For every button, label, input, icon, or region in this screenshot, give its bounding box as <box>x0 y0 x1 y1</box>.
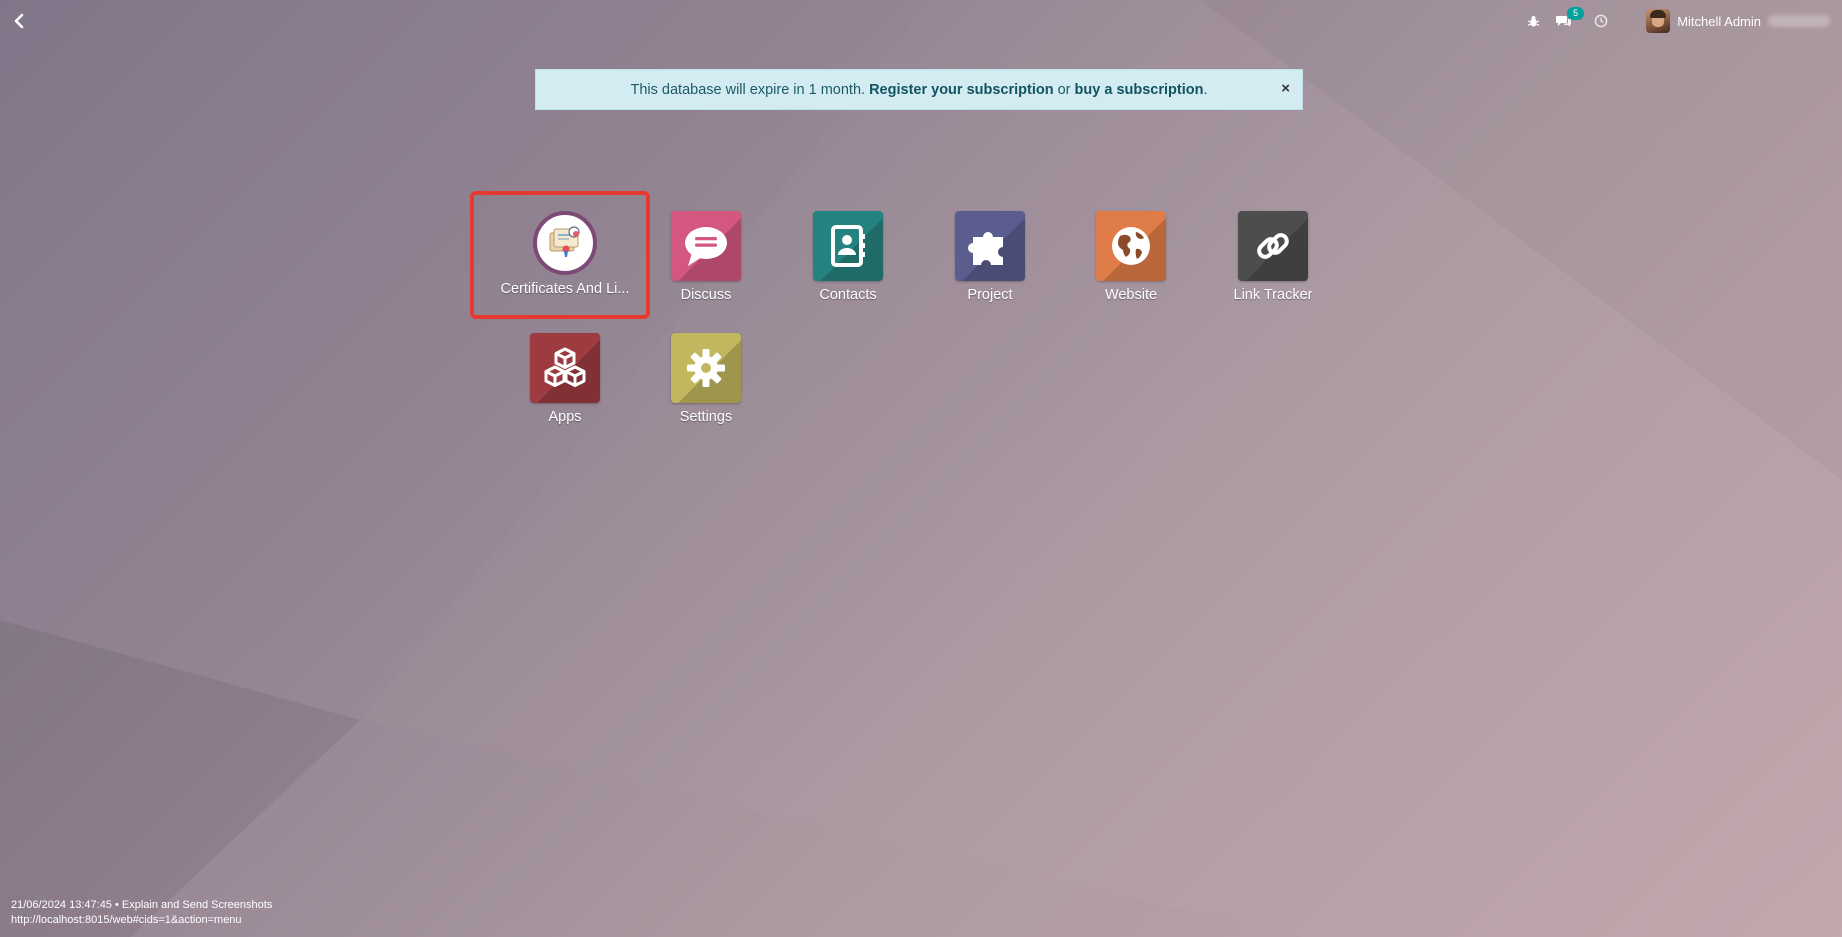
app-website[interactable]: Website <box>1060 211 1202 321</box>
app-tile-discuss <box>671 211 741 281</box>
app-tile-project <box>955 211 1025 281</box>
app-certificates[interactable]: Certificates And Li... <box>494 211 636 321</box>
clock-icon <box>1594 14 1608 28</box>
app-label: Apps <box>548 409 582 425</box>
avatar <box>1646 9 1671 33</box>
certificate-icon <box>549 226 580 257</box>
cubes-icon <box>544 347 586 387</box>
speech-bubble-icon <box>685 227 727 266</box>
puzzle-icon <box>968 232 1003 265</box>
gear-icon <box>687 349 725 387</box>
background-facets <box>0 0 1842 937</box>
app-contacts[interactable]: Contacts <box>777 211 919 321</box>
user-menu[interactable]: Mitchell Admin <box>1646 9 1830 33</box>
globe-icon <box>1112 227 1150 265</box>
app-label: Certificates And Li... <box>500 281 630 297</box>
app-label: Link Tracker <box>1233 287 1313 303</box>
top-bar: 5 Mitchell Admin <box>0 0 1842 42</box>
screenshot-footer: 21/06/2024 13:47:45 • Explain and Send S… <box>11 898 272 928</box>
footer-timestamp: 21/06/2024 13:47:45 • Explain and Send S… <box>11 899 273 911</box>
register-subscription-link[interactable]: Register your subscription <box>869 82 1054 98</box>
activity-menu[interactable] <box>1594 14 1608 28</box>
expiration-alert: This database will expire in 1 month. Re… <box>535 69 1303 110</box>
app-discuss[interactable]: Discuss <box>635 211 777 321</box>
messages-count-badge: 5 <box>1567 7 1585 20</box>
bug-icon <box>1527 15 1540 26</box>
app-label: Discuss <box>680 287 732 303</box>
user-name: Mitchell Admin <box>1677 13 1761 29</box>
alert-close-button[interactable]: × <box>1281 81 1290 97</box>
app-label: Settings <box>679 409 733 425</box>
app-project[interactable]: Project <box>919 211 1061 321</box>
address-book-icon <box>831 225 865 267</box>
app-settings[interactable]: Settings <box>635 333 777 443</box>
messages-menu[interactable]: 5 <box>1556 7 1585 28</box>
back-button[interactable] <box>8 10 30 32</box>
app-tile-website <box>1096 211 1166 281</box>
debug-menu[interactable] <box>1527 15 1540 28</box>
link-icon <box>1257 233 1289 259</box>
systray: 5 Mitchell Admin <box>1527 7 1830 34</box>
app-label: Contacts <box>819 287 877 303</box>
footer-url: http://localhost:8015/web#cids=1&action=… <box>11 914 242 926</box>
app-apps[interactable]: Apps <box>494 333 636 443</box>
app-tile-apps <box>530 333 600 403</box>
buy-subscription-link[interactable]: buy a subscription <box>1075 82 1204 98</box>
app-tile-settings <box>671 333 741 403</box>
alert-text: This database will expire in 1 month. Re… <box>630 81 1208 98</box>
app-label: Website <box>1104 287 1158 303</box>
app-tile-contacts <box>813 211 883 281</box>
app-label: Project <box>967 287 1013 303</box>
app-tile-link-tracker <box>1238 211 1308 281</box>
database-name-blurred <box>1768 15 1830 27</box>
chevron-left-icon <box>14 13 24 29</box>
app-tile-certificates <box>533 211 597 275</box>
app-link-tracker[interactable]: Link Tracker <box>1202 211 1344 321</box>
